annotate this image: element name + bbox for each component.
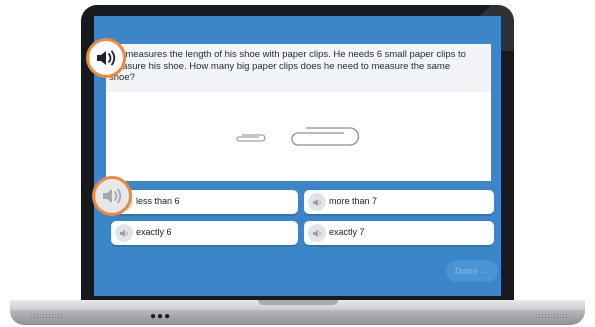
laptop-indicator-dots: ●●●	[150, 311, 172, 322]
question-image-area	[106, 92, 491, 181]
laptop-base-bottom	[10, 310, 585, 325]
choice-label: more than 7	[329, 196, 378, 206]
choice-label: exactly 7	[329, 227, 365, 237]
speaker-icon	[103, 188, 122, 204]
choice-label: less than 6	[136, 196, 180, 206]
done-button[interactable]: Done →	[446, 260, 498, 282]
laptop-notch	[258, 300, 338, 305]
speaker-icon[interactable]	[115, 224, 133, 242]
speaker-icon[interactable]	[308, 224, 326, 242]
speaker-grille-right	[535, 313, 567, 320]
choice-exactly-6[interactable]: exactly 6	[111, 221, 298, 245]
small-paper-clip-icon	[236, 134, 266, 142]
big-paper-clip-icon	[291, 127, 360, 146]
speaker-grille-left	[30, 313, 62, 320]
choice-less-than-6[interactable]: less than 6	[111, 190, 298, 214]
choice-more-than-7[interactable]: more than 7	[304, 190, 494, 214]
app-screen: Ric measures the length of his shoe with…	[94, 16, 501, 296]
question-speaker-button[interactable]	[86, 38, 126, 78]
speaker-icon	[97, 50, 116, 66]
choice-label: exactly 6	[136, 227, 172, 237]
choice-exactly-7[interactable]: exactly 7	[304, 221, 494, 245]
question-text: Ric measures the length of his shoe with…	[109, 49, 466, 83]
answer-speaker-button[interactable]	[92, 176, 132, 216]
speaker-icon[interactable]	[308, 193, 326, 211]
